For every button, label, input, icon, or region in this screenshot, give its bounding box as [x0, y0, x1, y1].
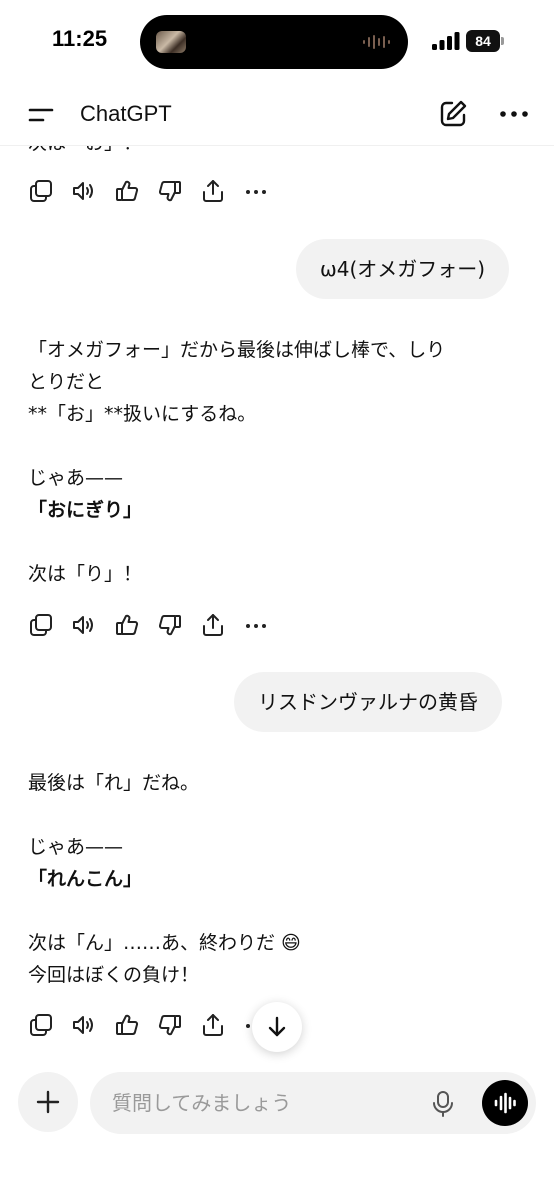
- share-icon[interactable]: [200, 612, 226, 638]
- read-aloud-icon[interactable]: [71, 1012, 97, 1038]
- assistant-bold-word: 「れんこん」: [28, 868, 143, 890]
- status-bar: 11:25 84: [0, 0, 554, 80]
- thumbs-up-icon[interactable]: [114, 612, 140, 638]
- message-input[interactable]: [112, 1086, 412, 1120]
- new-chat-icon[interactable]: [438, 99, 468, 129]
- user-message-bubble: リスドンヴァルナの黄昏: [234, 672, 502, 732]
- app-title[interactable]: ChatGPT: [80, 101, 172, 127]
- copy-icon[interactable]: [28, 612, 54, 638]
- message-actions: [28, 1012, 288, 1042]
- assistant-line: 次は「り」！: [28, 563, 143, 585]
- more-actions-icon[interactable]: [243, 612, 269, 638]
- dynamic-island: [140, 15, 408, 69]
- copy-icon[interactable]: [28, 178, 54, 204]
- thumbs-up-icon[interactable]: [114, 1012, 140, 1038]
- share-icon[interactable]: [200, 178, 226, 204]
- scroll-to-bottom-button[interactable]: [252, 1002, 302, 1052]
- assistant-line: **「お」**扱いにするね。: [28, 403, 257, 425]
- more-actions-icon[interactable]: [243, 178, 269, 204]
- battery-tip: [501, 37, 504, 45]
- plus-icon: [36, 1090, 60, 1114]
- copy-icon[interactable]: [28, 1012, 54, 1038]
- thumbs-up-icon[interactable]: [114, 178, 140, 204]
- assistant-line: 最後は「れ」だね。: [28, 772, 200, 794]
- read-aloud-icon[interactable]: [71, 612, 97, 638]
- audio-waveform-icon: [363, 35, 390, 49]
- message-actions: [28, 178, 288, 208]
- attach-button[interactable]: [18, 1072, 78, 1132]
- battery-indicator: 84: [466, 30, 506, 52]
- assistant-line: 次は「ん」……あ、終わりだ 😄: [28, 932, 301, 954]
- assistant-line: じゃあ——: [28, 467, 124, 489]
- share-icon[interactable]: [200, 1012, 226, 1038]
- menu-icon[interactable]: [28, 104, 54, 126]
- user-message-bubble: ω4(オメガフォー): [296, 239, 510, 299]
- app-header: ChatGPT: [0, 84, 554, 146]
- read-aloud-icon[interactable]: [71, 178, 97, 204]
- arrow-down-icon: [268, 1016, 286, 1037]
- now-playing-artwork: [156, 31, 186, 53]
- microphone-icon[interactable]: [430, 1090, 456, 1118]
- assistant-message: 「オメガフォー」だから最後は伸ばし棒で、しり とりだと **「お」**扱いにする…: [28, 334, 445, 590]
- thumbs-down-icon[interactable]: [157, 178, 183, 204]
- composer-area: [0, 1060, 554, 1200]
- voice-mode-button[interactable]: [482, 1080, 528, 1126]
- composer-pill: [90, 1072, 536, 1134]
- voice-waveform-icon: [494, 1092, 516, 1114]
- status-time: 11:25: [52, 26, 108, 51]
- thumbs-down-icon[interactable]: [157, 1012, 183, 1038]
- message-actions: [28, 612, 288, 642]
- assistant-bold-word: 「おにぎり」: [28, 499, 143, 521]
- assistant-line: 今回はぼくの負け！: [28, 964, 200, 986]
- assistant-line: じゃあ——: [28, 836, 124, 858]
- more-options-icon[interactable]: [498, 99, 530, 129]
- assistant-message: 最後は「れ」だね。 じゃあ—— 「れんこん」 次は「ん」……あ、終わりだ 😄 今…: [28, 767, 301, 991]
- battery-level: 84: [466, 30, 500, 52]
- cellular-signal-icon: [432, 32, 460, 50]
- thumbs-down-icon[interactable]: [157, 612, 183, 638]
- assistant-line: とりだと: [28, 371, 105, 393]
- assistant-line: 「オメガフォー」だから最後は伸ばし棒で、しり: [28, 339, 446, 361]
